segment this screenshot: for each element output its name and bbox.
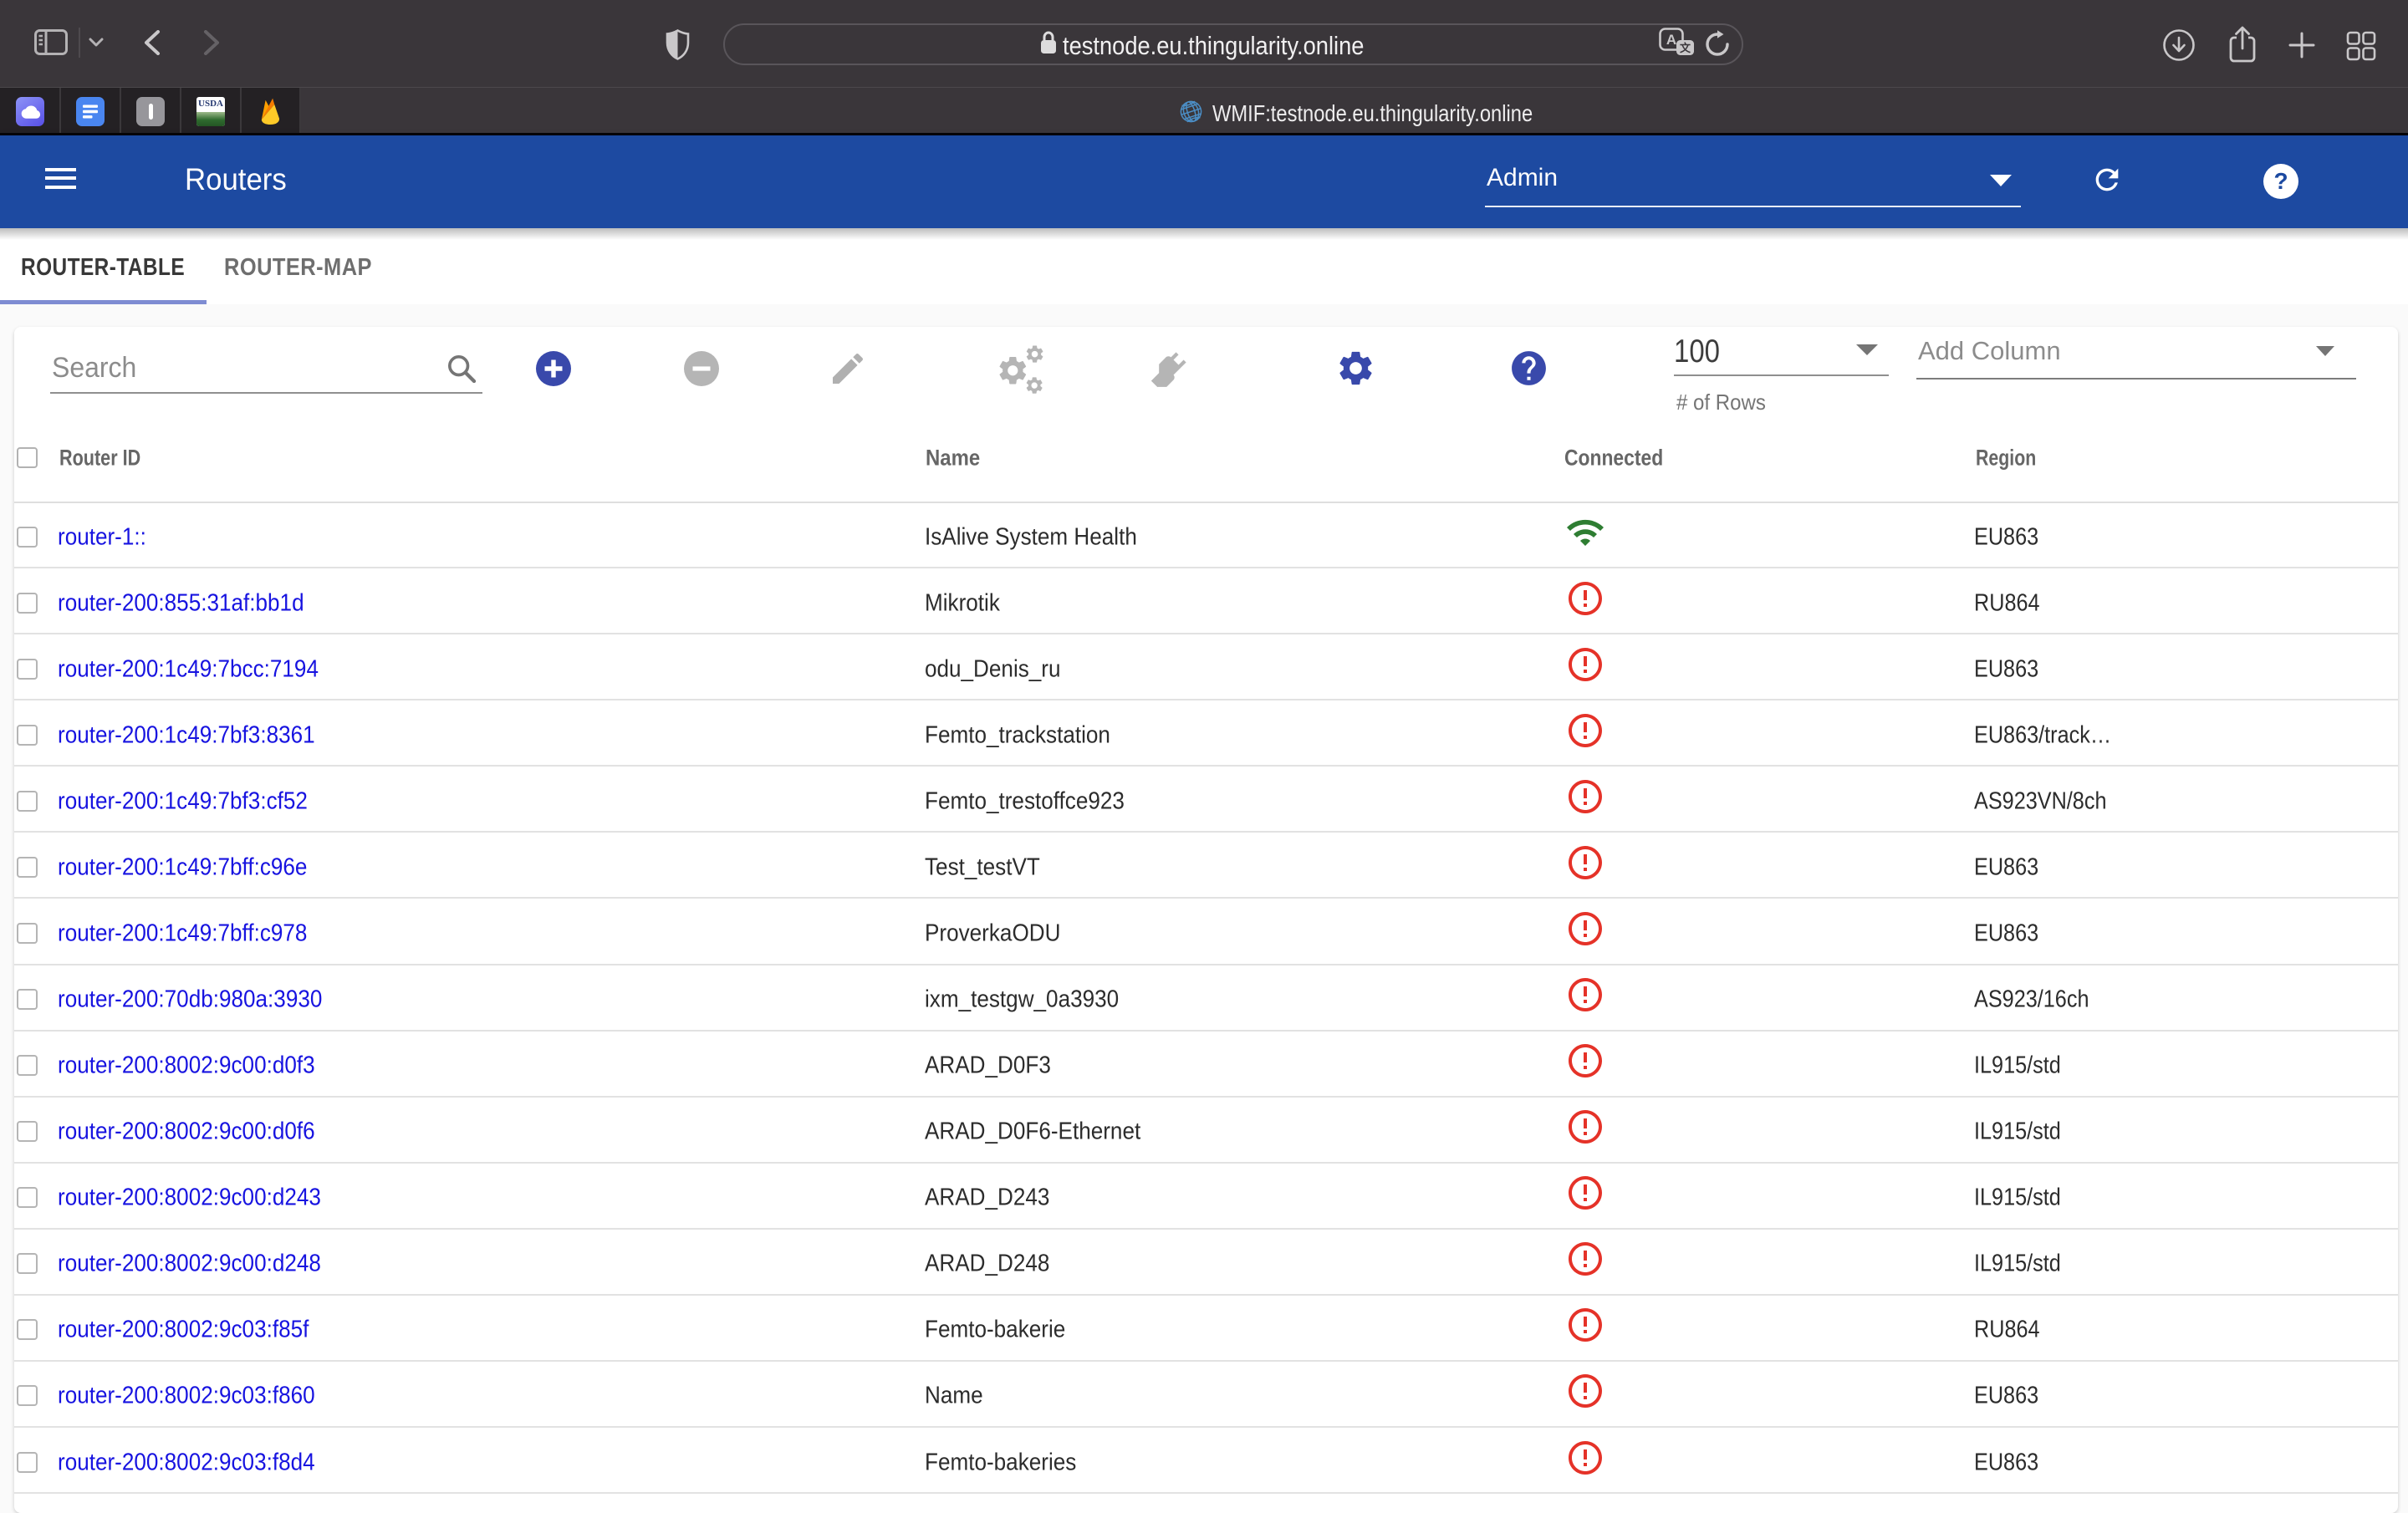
svg-text:?: ? — [2273, 168, 2288, 194]
svg-text:A: A — [1666, 32, 1676, 48]
svg-text:文: 文 — [1680, 42, 1691, 54]
